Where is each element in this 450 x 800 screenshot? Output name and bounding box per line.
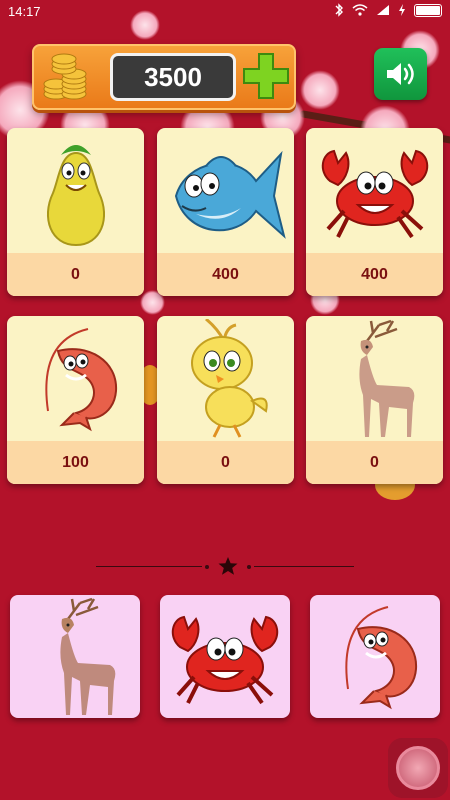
card-count: 0 [157,441,294,484]
circle-button-icon [396,746,440,790]
divider-dot [205,565,209,569]
card-count: 100 [7,441,144,484]
deer-icon [59,597,115,715]
card-count: 0 [306,441,443,484]
card-count: 0 [7,253,144,296]
wifi-icon [352,4,368,16]
coin-count: 3500 [110,53,236,101]
divider-left [96,566,202,567]
card-shrimp[interactable]: 100 [7,316,144,484]
choice-crab[interactable] [160,595,290,718]
card-count: 400 [157,253,294,296]
deer-icon [359,319,415,437]
card-count: 400 [306,253,443,296]
coin-stack-icon [43,53,87,100]
card-deer[interactable]: 0 [306,316,443,484]
card-crab[interactable]: 400 [306,128,443,296]
signal-icon [377,5,389,15]
divider-dot [247,565,251,569]
crab-icon [171,615,279,704]
card-pear[interactable]: 0 [7,128,144,296]
plus-icon [243,53,289,99]
speaker-icon [386,63,414,85]
status-bar: 14:17 [0,0,450,24]
sound-toggle-button[interactable] [374,48,427,100]
crab-icon [321,149,428,238]
shrimp-icon [344,606,417,710]
star-icon [218,557,238,575]
choice-shrimp[interactable] [310,595,440,718]
card-fish[interactable]: 400 [157,128,294,296]
pear-icon [46,145,105,247]
floating-button[interactable] [388,738,448,798]
divider-right [254,566,354,567]
card-chick[interactable]: 0 [157,316,294,484]
add-coins-button[interactable] [240,50,292,102]
status-time: 14:17 [8,4,41,19]
chick-icon [191,318,268,438]
shrimp-icon [45,328,118,432]
choice-deer[interactable] [10,595,140,718]
charging-icon [399,4,405,16]
fish-icon [174,150,286,239]
bluetooth-icon [335,3,343,17]
coin-panel: 3500 [32,44,296,110]
battery-icon [414,3,442,17]
